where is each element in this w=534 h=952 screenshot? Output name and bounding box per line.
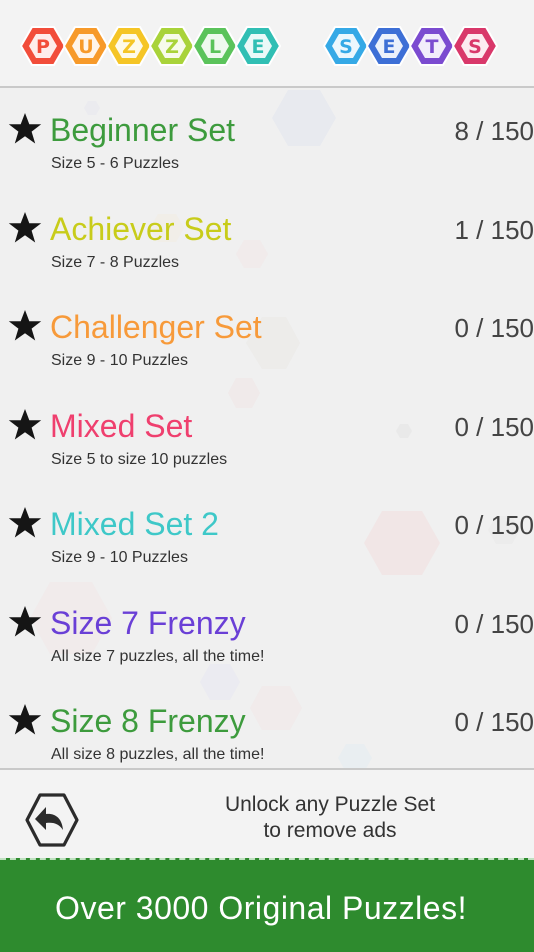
logo-letter-3: Z xyxy=(105,26,153,66)
svg-text:S: S xyxy=(468,36,482,58)
set-progress: 1 / 150 xyxy=(454,214,534,245)
svg-text:Z: Z xyxy=(165,36,179,58)
star-icon xyxy=(8,408,42,439)
promo-banner[interactable]: Over 3000 Original Puzzles! xyxy=(0,858,534,952)
puzzle-set-row[interactable]: Size 7 Frenzy All size 7 puzzles, all the… xyxy=(0,601,534,699)
set-progress: 0 / 150 xyxy=(454,313,534,343)
set-description: Size 9 - 10 Puzzles xyxy=(51,549,188,566)
puzzle-sets-logo: PUZZLESETS xyxy=(19,26,499,66)
svg-text:Z: Z xyxy=(122,36,136,58)
svg-text:E: E xyxy=(383,36,396,58)
set-progress: 0 / 150 xyxy=(454,411,534,442)
set-progress: 0 / 150 xyxy=(454,608,534,639)
star-icon xyxy=(8,605,42,636)
puzzle-set-row[interactable]: Mixed Set 2 Size 9 - 10 Puzzles 0 / 150 xyxy=(0,502,534,600)
set-name: Achiever Set xyxy=(50,210,232,247)
set-name: Beginner Set xyxy=(50,112,236,148)
star-icon xyxy=(8,704,42,735)
set-description: Size 5 to size 10 puzzles xyxy=(51,450,228,468)
svg-text:P: P xyxy=(36,36,50,58)
puzzle-set-row[interactable]: Beginner Set Size 5 - 6 Puzzles 8 / 150 xyxy=(0,108,534,206)
star-icon xyxy=(8,113,42,144)
set-name: Size 7 Frenzy xyxy=(50,604,246,641)
logo-letter-4: Z xyxy=(148,26,196,66)
logo-letter-2: U xyxy=(62,26,110,66)
set-progress: 0 / 150 xyxy=(454,707,534,737)
star-icon xyxy=(8,507,42,538)
set-progress: 0 / 150 xyxy=(454,510,534,540)
unlock-line-1: Unlock any Puzzle Set xyxy=(224,793,436,816)
logo-letter-10: S xyxy=(451,26,499,66)
set-name: Mixed Set xyxy=(50,407,193,444)
set-description: All size 8 puzzles, all the time! xyxy=(51,746,265,763)
set-name: Challenger Set xyxy=(50,309,262,345)
svg-text:U: U xyxy=(78,36,93,58)
app-header: PUZZLESETS xyxy=(0,0,534,88)
logo-letter-7: S xyxy=(322,26,370,66)
set-name: Mixed Set 2 xyxy=(50,506,219,542)
puzzle-set-row[interactable]: Achiever Set Size 7 - 8 Puzzles 1 / 150 xyxy=(0,207,534,305)
set-name: Size 8 Frenzy xyxy=(50,703,246,739)
puzzle-set-row[interactable]: Challenger Set Size 9 - 10 Puzzles 0 / 150 xyxy=(0,305,534,403)
set-description: Size 5 - 6 Puzzles xyxy=(51,155,180,172)
promo-text: Over 3000 Original Puzzles! xyxy=(55,890,467,926)
logo-letter-6: E xyxy=(234,26,282,66)
puzzle-set-list[interactable]: Beginner Set Size 5 - 6 Puzzles 8 / 150 Ach… xyxy=(0,88,534,768)
unlock-bar: Unlock any Puzzle Set to remove ads xyxy=(0,768,534,860)
set-description: All size 7 puzzles, all the time! xyxy=(51,647,265,665)
set-progress: 8 / 150 xyxy=(454,116,534,146)
svg-text:S: S xyxy=(339,36,353,58)
star-icon xyxy=(8,310,42,341)
logo-letter-9: T xyxy=(408,26,456,66)
svg-text:T: T xyxy=(426,36,439,58)
set-description: Size 9 - 10 Puzzles xyxy=(51,352,188,369)
svg-text:E: E xyxy=(252,36,265,58)
logo-letter-8: E xyxy=(365,26,413,66)
logo-letter-5: L xyxy=(191,26,239,66)
puzzle-set-row[interactable]: Size 8 Frenzy All size 8 puzzles, all the… xyxy=(0,699,534,768)
back-arrow-icon[interactable] xyxy=(24,792,80,848)
logo-letter-1: P xyxy=(19,26,67,66)
star-icon xyxy=(8,211,42,242)
unlock-message: Unlock any Puzzle Set to remove ads xyxy=(180,792,480,844)
set-description: Size 7 - 8 Puzzles xyxy=(51,253,180,271)
puzzle-set-row[interactable]: Mixed Set Size 5 to size 10 puzzles 0 / 15… xyxy=(0,404,534,502)
unlock-line-2: to remove ads xyxy=(263,819,397,842)
svg-text:L: L xyxy=(209,36,221,58)
